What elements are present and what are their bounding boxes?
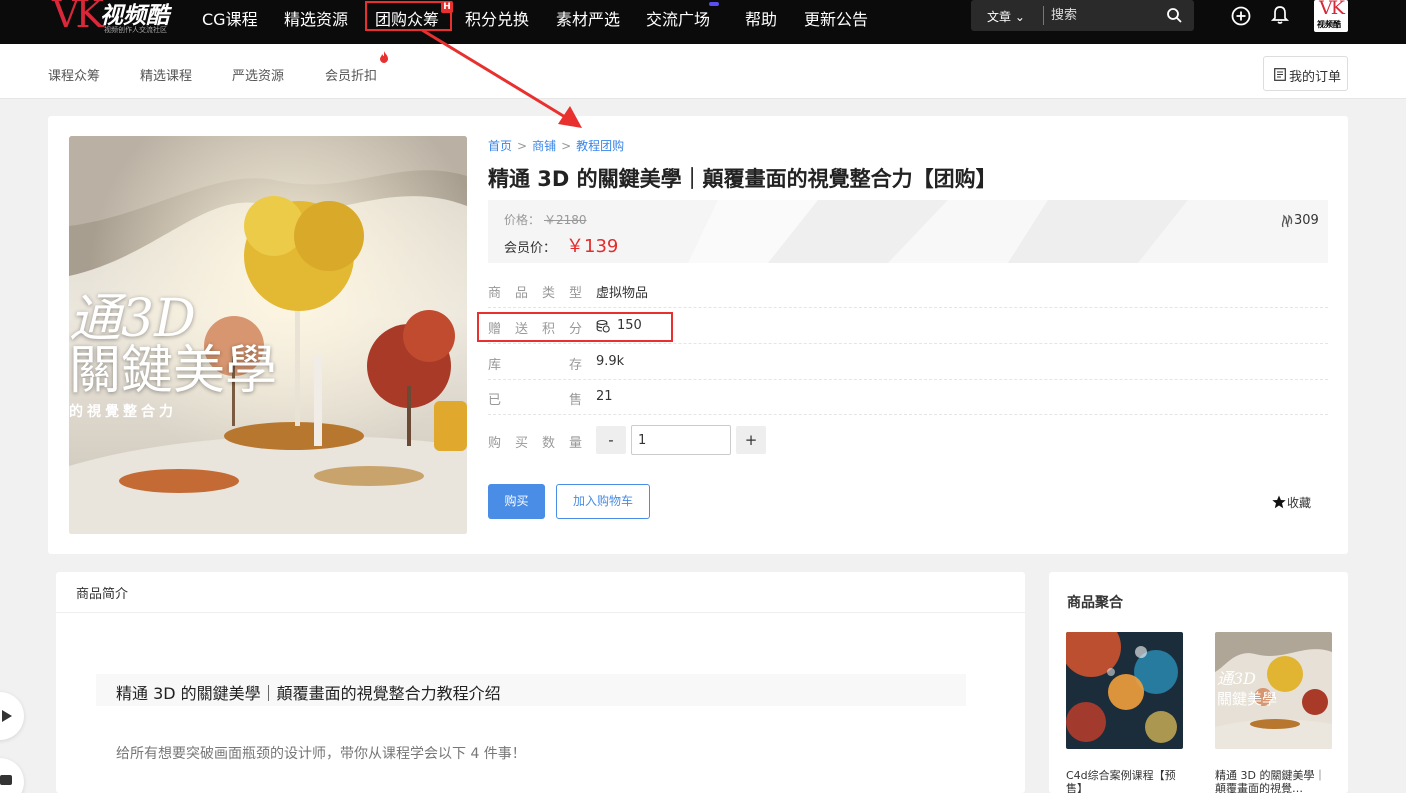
aggregate-thumb-1[interactable]	[1066, 632, 1183, 749]
search-input[interactable]	[1051, 5, 1161, 26]
quantity-input[interactable]	[631, 425, 731, 455]
subnav-course-crowdfunding[interactable]: 课程众筹	[48, 65, 100, 84]
nav-item-group-buy[interactable]: 团购众筹	[375, 6, 439, 29]
svg-text:關鍵美學: 關鍵美學	[1217, 690, 1277, 708]
intro-paragraph: 给所有想要突破画面瓶颈的设计师，带你从课程学会以下 4 件事！	[116, 746, 526, 762]
original-price: ￥2180	[544, 213, 587, 227]
member-price: ￥139	[566, 236, 619, 257]
quantity-increment-button[interactable]: +	[736, 426, 766, 454]
bell-icon[interactable]	[1270, 5, 1290, 25]
heat-icon	[1281, 214, 1293, 228]
aggregate-thumb-2[interactable]: 通3D 關鍵美學	[1215, 632, 1332, 749]
hot-badge: H	[441, 1, 453, 13]
breadcrumb-group-buy[interactable]: 教程团购	[576, 139, 624, 153]
svg-text:通3D: 通3D	[1217, 669, 1256, 688]
subnav-selected-resources[interactable]: 严选资源	[232, 65, 284, 84]
attr-value-stock: 9.9k	[596, 354, 625, 369]
breadcrumb: 首页 > 商铺 > 教程团购	[488, 139, 625, 153]
logo-tagline: 视频创作人交流社区	[104, 26, 167, 34]
nav-item-help[interactable]: 帮助	[745, 6, 777, 29]
breadcrumb-shop[interactable]: 商铺	[532, 139, 556, 153]
subnav-member-discount[interactable]: 会员折扣	[325, 65, 377, 84]
search-icon[interactable]	[1166, 7, 1182, 23]
site-logo[interactable]: VK 视频酷 视频创作人交流社区	[50, 0, 180, 36]
logo-mark: VK	[52, 0, 104, 36]
thumb-1-illustration	[1066, 632, 1183, 749]
attr-row-sold: 已售 21	[488, 379, 1328, 415]
intro-heading: 精通 3D 的關鍵美學｜顛覆畫面的視覺整合力教程介绍	[116, 684, 501, 703]
quantity-decrement-button[interactable]: -	[596, 426, 626, 454]
chat-icon	[0, 775, 12, 785]
thumb-2-illustration: 通3D 關鍵美學	[1215, 632, 1332, 749]
aggregate-name-1[interactable]: C4d综合案例课程【预售】	[1066, 769, 1183, 793]
aggregate-title: 商品聚合	[1067, 595, 1123, 611]
float-play-button[interactable]	[0, 692, 24, 740]
attr-row-stock: 库存 9.9k	[488, 344, 1328, 380]
my-orders-button[interactable]: 我的订单	[1263, 56, 1348, 91]
my-orders-label: 我的订单	[1289, 70, 1342, 85]
tab-product-intro[interactable]: 商品简介	[76, 583, 128, 602]
nav-item-materials[interactable]: 素材严选	[556, 6, 620, 29]
star-icon[interactable]	[1272, 495, 1286, 509]
order-list-icon	[1274, 68, 1286, 81]
heat-count: 309	[1294, 213, 1319, 228]
sub-nav-bar: 课程众筹 精选课程 严选资源 会员折扣	[0, 44, 1406, 99]
breadcrumb-home[interactable]: 首页	[488, 139, 512, 153]
add-to-cart-button[interactable]: 加入购物车	[556, 484, 650, 519]
aggregate-name-2[interactable]: 精通 3D 的關鍵美學｜顛覆畫面的視覺…	[1215, 769, 1332, 793]
attr-key-sold: 已售	[488, 393, 582, 408]
product-cover-image: 通3D 關鍵美學 的視覺整合力	[69, 136, 467, 534]
product-aggregate-panel: 商品聚合 通3D 關鍵美學 C4d综合案例课程【预售】 精通 3D 的關鍵美學｜…	[1049, 572, 1348, 793]
nav-item-plaza[interactable]: 交流广场	[646, 6, 710, 29]
subnav-selected-courses[interactable]: 精选课程	[140, 65, 192, 84]
search-category-select[interactable]: 文章 ⌄	[987, 8, 1025, 25]
search-box: 文章 ⌄	[971, 0, 1194, 31]
plus-circle-icon[interactable]	[1231, 6, 1251, 26]
attr-row-type: 商品类型 虚拟物品	[488, 272, 1328, 308]
fire-icon	[380, 51, 388, 63]
avatar-mark: VK	[1319, 0, 1345, 19]
new-dot-badge	[709, 2, 719, 6]
product-title: 精通 3D 的關鍵美學｜顛覆畫面的視覺整合力【团购】	[488, 167, 997, 191]
play-icon	[2, 710, 12, 722]
top-nav-bar: VK 视频酷 视频创作人交流社区 CG课程 精选资源 团购众筹 H 积分兑换 素…	[0, 0, 1406, 44]
attr-value-sold: 21	[596, 389, 613, 404]
cover-title-line3: 的視覺整合力	[69, 404, 177, 420]
member-price-label: 会员价：	[504, 241, 557, 256]
float-chat-button[interactable]	[0, 758, 24, 793]
search-divider	[1043, 6, 1044, 25]
nav-item-resources[interactable]: 精选资源	[284, 6, 348, 29]
nav-item-cg-courses[interactable]: CG课程	[202, 6, 258, 29]
avatar-name: 视频酷	[1317, 20, 1341, 29]
user-avatar[interactable]: VK 视频酷	[1314, 0, 1348, 32]
points-highlight-frame	[477, 312, 673, 342]
favorite-button[interactable]: 收藏	[1287, 494, 1311, 511]
nav-item-points[interactable]: 积分兑换	[465, 6, 529, 29]
cover-title-line2: 關鍵美學	[69, 341, 278, 401]
intro-heading-box: 精通 3D 的關鍵美學｜顛覆畫面的視覺整合力教程介绍	[96, 674, 966, 706]
attr-value-type: 虚拟物品	[596, 286, 649, 301]
buy-button[interactable]: 购买	[488, 484, 545, 519]
attr-key-stock: 库存	[488, 358, 582, 373]
price-label: 价格：	[504, 213, 541, 227]
attr-key-type: 商品类型	[488, 286, 582, 301]
nav-item-updates[interactable]: 更新公告	[804, 6, 868, 29]
intro-tab-header: 商品简介	[56, 572, 1025, 613]
attr-key-quantity: 购买数量	[488, 436, 582, 451]
price-box: 价格： ￥2180 会员价： ￥139 309	[488, 200, 1328, 263]
